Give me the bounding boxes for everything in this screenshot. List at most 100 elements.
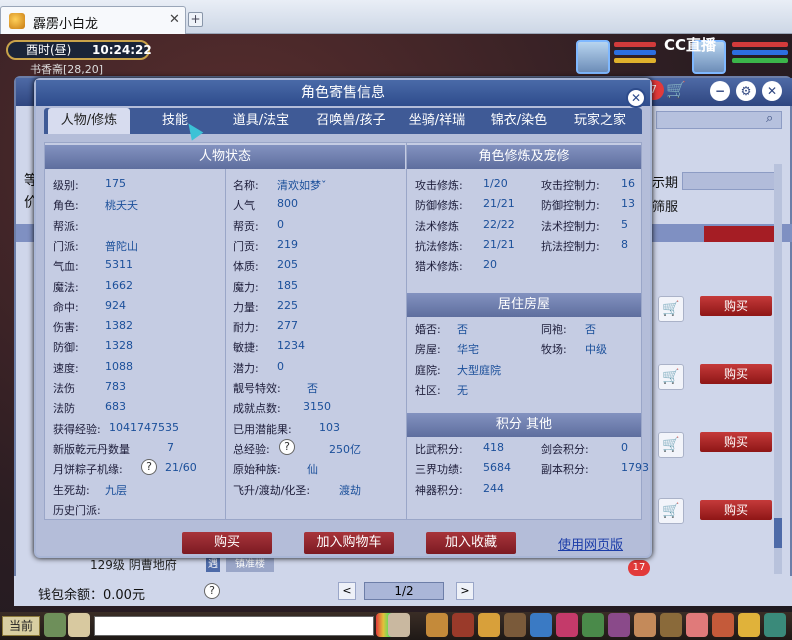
add-cart-icon[interactable]: 🛒 [658,498,684,524]
page-indicator[interactable]: 1/2 [364,582,444,600]
next-page-button[interactable]: > [456,582,474,600]
add-cart-icon[interactable]: 🛒 [658,432,684,458]
scrollbar[interactable] [774,164,782,574]
status-row: 耐力: 277 [233,319,298,335]
tab-items-treasures[interactable]: 道具/法宝 [220,108,302,134]
house-label: 同袍: [541,323,567,336]
chat-input[interactable] [94,616,374,636]
browser-tab-title: 霹雳小白龙 [33,17,99,32]
tab-character-cultivation[interactable]: 人物/修炼 [48,108,130,134]
status-value: 1382 [105,319,133,333]
status-value: 1088 [105,359,133,373]
status-label: 新版乾元丹数量 [53,442,130,456]
quest-icon[interactable] [582,613,604,637]
date-select[interactable] [682,172,782,190]
cultivation-value: 5 [621,217,628,231]
emote-icon[interactable] [388,613,410,637]
microphone-icon[interactable] [44,613,66,637]
cultivation-value: 16 [621,177,635,190]
cart-icon[interactable]: 🛒 [666,80,686,99]
system-icon[interactable] [764,613,786,637]
status-row: 成就点数: 3150 [233,400,331,416]
pet-icon[interactable] [556,613,578,637]
chat-icon[interactable] [68,613,90,637]
status-value: 783 [105,380,126,393]
smile-icon[interactable] [738,613,760,637]
trade-icon[interactable] [504,613,526,637]
close-window-icon[interactable]: ✕ [762,81,782,101]
house-value: 否 [585,323,596,336]
items-icon[interactable] [452,613,474,637]
status-label: 获得经验: [53,422,101,436]
give-icon[interactable] [478,613,500,637]
status-row: 靓号特效: 否 [233,380,318,396]
status-row: 法伤 783 [53,380,126,396]
help-icon[interactable]: ? [141,459,157,476]
buy-button[interactable]: 购买 [700,500,772,520]
listing-buy-button-partial[interactable] [704,226,776,242]
filter-label-date: 示期 [652,176,679,191]
cultivation-row: 抗法控制力: 8 [541,238,628,254]
activity-icon[interactable] [712,613,734,637]
add-to-favorites-button[interactable]: 加入收藏 [426,532,516,554]
player-avatar[interactable] [576,40,610,74]
browser-tab[interactable]: 霹雳小白龙 ✕ [0,6,186,34]
score-row: 副本积分: 1793 [541,461,649,477]
minimize-icon[interactable]: − [710,81,730,101]
tab-skills[interactable]: 技能 [134,108,216,134]
tab-mounts[interactable]: 坐骑/祥瑞 [396,108,478,134]
cultivation-value: 13 [621,197,635,211]
status-label: 伤害: [53,321,79,335]
status-row: 获得经验: 1041747535 [53,421,179,437]
status-row: 体质: 205 [233,258,298,274]
use-web-version-link[interactable]: 使用网页版 [558,534,623,553]
search-input[interactable] [656,111,782,129]
buy-button[interactable]: 购买 [700,364,772,384]
buy-button[interactable]: 购买 [700,296,772,316]
peach-icon[interactable] [686,613,708,637]
gear-icon[interactable]: ⚙ [736,81,756,101]
guild-icon[interactable] [608,613,630,637]
cultivation-value: 22/22 [483,217,515,231]
status-label: 法防 [53,402,75,416]
house-label: 牧场: [541,343,567,357]
status-value: 219 [277,237,298,251]
search-icon[interactable]: ⌕ [766,111,773,126]
new-tab-button[interactable]: + [188,12,203,27]
add-to-cart-button[interactable]: 加入购物车 [304,532,394,554]
status-label: 历史门派: [53,503,101,517]
channel-current[interactable]: 当前 [2,616,40,636]
quick-icon[interactable] [634,613,656,637]
help-icon[interactable]: ? [279,438,295,455]
status-label: 门派: [53,239,79,253]
friends-icon[interactable] [660,613,682,637]
scrollbar-thumb[interactable] [774,518,782,548]
tab-outfits-dye[interactable]: 锦衣/染色 [478,108,560,134]
tab-summons-children[interactable]: 召唤兽/孩子 [306,108,396,134]
attack-icon[interactable] [426,613,448,637]
team-icon[interactable] [530,613,552,637]
status-value: 3150 [303,400,331,414]
dialog-close-icon[interactable]: ✕ [626,88,646,108]
status-label: 潜力: [233,361,259,375]
cultivation-label: 防御控制力: [541,199,600,213]
status-label: 速度: [53,361,79,375]
house-row: 社区: 无 [415,382,468,398]
cultivation-row: 防御控制力: 13 [541,197,635,213]
tab-player-home[interactable]: 玩家之家 [560,108,640,134]
status-value: 否 [307,382,318,395]
status-row: 已用潜能果: 103 [233,421,340,437]
add-cart-icon[interactable]: 🛒 [658,364,684,390]
house-value: 否 [457,323,468,336]
close-tab-icon[interactable]: ✕ [169,12,180,27]
house-value: 大型庭院 [457,363,501,377]
buy-button[interactable]: 购买 [182,532,272,554]
status-value: 仙 [307,463,318,477]
prev-page-button[interactable]: < [338,582,356,600]
help-icon[interactable]: ? [204,583,220,599]
status-label: 帮派: [53,219,79,233]
status-label: 总经验: [233,442,270,456]
status-label: 飞升/渡劫/化圣: [233,483,311,497]
buy-button[interactable]: 购买 [700,432,772,452]
add-cart-icon[interactable]: 🛒 [658,296,684,322]
